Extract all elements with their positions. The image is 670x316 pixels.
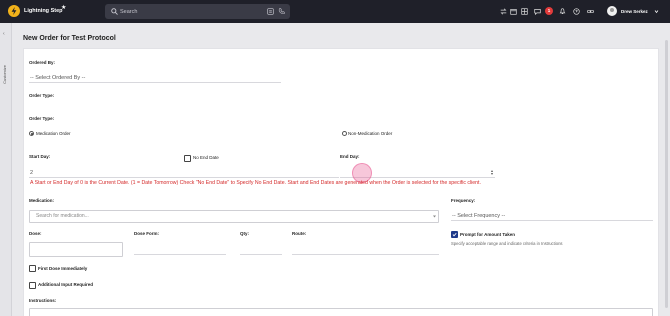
qty-label: Qty: (240, 231, 249, 236)
day-rules-note: A Start or End Day of 0 is the Current D… (30, 180, 481, 186)
additional-input-checkbox[interactable] (29, 282, 36, 289)
route-label: Route: (292, 231, 307, 236)
ordered-by-value: -- Select Ordered By -- (30, 75, 86, 81)
end-day-label: End Day: (340, 154, 360, 159)
chat-icon[interactable] (534, 8, 541, 15)
dose-form-label: Dose Form: (134, 231, 160, 236)
additional-input-label: Additional Input Required (38, 282, 93, 287)
instructions-label: Instructions: (29, 298, 57, 303)
left-sidebar: ‹ Customize (0, 23, 12, 316)
avatar[interactable] (607, 6, 617, 16)
first-dose-label: First Dose Immediately (38, 266, 88, 271)
lightning-bolt-icon (11, 7, 17, 15)
frequency-value: -- Select Frequency -- (452, 213, 506, 219)
chevron-down-icon[interactable] (654, 9, 659, 14)
medication-search-input[interactable] (29, 210, 439, 223)
prompt-amount-hint: Specify acceptable range and indicate cr… (451, 241, 563, 246)
bell-icon[interactable] (559, 8, 566, 15)
start-day-input[interactable] (29, 168, 339, 178)
qty-input[interactable] (240, 245, 282, 255)
scrollbar[interactable] (665, 40, 668, 308)
search-input[interactable]: Search (120, 9, 137, 15)
grid-icon[interactable] (521, 8, 528, 15)
sidebar-vertical-label[interactable]: Customize (2, 65, 7, 84)
ordered-by-label: Ordered By: (29, 60, 56, 65)
order-type-label: Order Type: (29, 93, 55, 98)
scan-card-icon[interactable] (267, 8, 274, 15)
order-type-label-2: Order Type: (29, 116, 55, 121)
no-end-date-checkbox[interactable] (184, 155, 191, 162)
instructions-textarea[interactable] (29, 308, 653, 316)
chevron-down-icon[interactable] (432, 214, 437, 219)
medication-order-radio[interactable] (29, 131, 34, 136)
expand-sidebar-icon[interactable]: ‹ (3, 31, 5, 37)
notification-badge[interactable]: 1 (545, 7, 553, 15)
search-icon (111, 8, 118, 15)
phone-icon[interactable] (278, 8, 285, 15)
no-end-date-label: No End Date (193, 155, 219, 160)
medication-placeholder: Search for medication... (36, 213, 89, 219)
medication-label: Medication: (29, 198, 55, 203)
frequency-label: Frequency: (451, 198, 476, 203)
route-select[interactable] (292, 245, 439, 255)
first-dose-checkbox[interactable] (29, 265, 36, 272)
calendar-icon[interactable] (510, 8, 517, 15)
medication-order-label: Medication Order (36, 131, 71, 136)
dose-form-select[interactable] (134, 245, 226, 255)
link-icon[interactable] (587, 8, 594, 15)
top-bar: Lightning Step ★ Search 1 Drew Serkez (0, 0, 670, 23)
checkmark-icon (452, 232, 457, 237)
user-name[interactable]: Drew Serkez (621, 9, 648, 14)
non-medication-order-radio[interactable] (342, 131, 347, 136)
global-search[interactable]: Search (105, 4, 290, 19)
dose-label: Dose: (29, 231, 42, 236)
dose-input[interactable] (29, 242, 123, 257)
prompt-amount-label: Prompt for Amount Taken (460, 232, 515, 237)
non-medication-order-label: Non-Medication Order (348, 131, 393, 136)
help-icon[interactable] (573, 8, 580, 15)
start-day-value: 2 (30, 170, 34, 176)
start-day-label: Start Day: (29, 154, 51, 159)
prompt-amount-checkbox[interactable] (451, 231, 458, 238)
page-title: New Order for Test Protocol (23, 35, 116, 42)
swap-arrows-icon[interactable] (500, 8, 507, 15)
brand-name: Lightning Step (24, 8, 63, 14)
star-icon[interactable]: ★ (61, 4, 66, 11)
lightning-step-logo[interactable] (8, 5, 20, 17)
end-day-spinner[interactable]: ▴ ▾ (491, 169, 493, 176)
